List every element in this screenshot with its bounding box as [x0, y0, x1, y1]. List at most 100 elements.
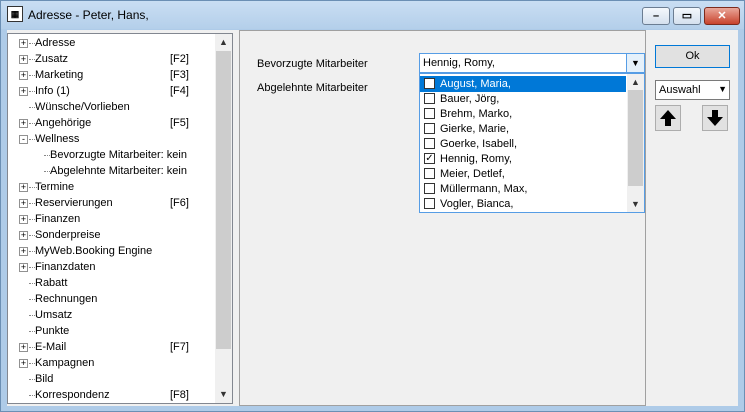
- tree-item[interactable]: Abgelehnte Mitarbeiter: kein: [8, 163, 217, 179]
- tree-item[interactable]: + Kampagnen: [8, 355, 217, 371]
- staff-option-label: Müllermann, Max,: [440, 183, 528, 195]
- staff-option[interactable]: August, Maria,: [420, 76, 626, 92]
- tree-item-label: Adresse: [35, 37, 76, 49]
- maximize-button[interactable]: ▭: [673, 7, 701, 25]
- tree-scrollbar[interactable]: ▲ ▼: [215, 34, 232, 403]
- expand-icon[interactable]: +: [19, 39, 28, 48]
- tree-item-label: Bild: [35, 373, 54, 385]
- dropdown-scrollbar[interactable]: ▲ ▼: [627, 74, 644, 212]
- tree-item[interactable]: + Finanzen: [8, 211, 217, 227]
- address-card-icon: ▦: [7, 6, 23, 22]
- tree-item-label: Finanzdaten: [35, 261, 96, 273]
- tree-item-shortcut: [F6]: [170, 197, 189, 209]
- scroll-down-icon[interactable]: ▼: [215, 386, 232, 403]
- staff-option-label: Vogler, Bianca,: [440, 198, 514, 210]
- expand-icon[interactable]: +: [19, 55, 28, 64]
- tree-item[interactable]: + Angehörige [F5]: [8, 115, 217, 131]
- checkbox-icon[interactable]: [424, 108, 435, 119]
- staff-option[interactable]: Goerke, Isabell,: [420, 136, 626, 152]
- tree-item-label: Bevorzugte Mitarbeiter: kein: [50, 149, 187, 161]
- tree-item[interactable]: Rechnungen: [8, 291, 217, 307]
- tree-item-label: Punkte: [35, 325, 70, 337]
- staff-option[interactable]: Gierke, Marie,: [420, 121, 626, 137]
- title-bar[interactable]: ▦ Adresse - Peter, Hans, – ▭ ✕: [1, 1, 744, 29]
- wellness-panel: Bevorzugte Mitarbeiter Abgelehnte Mitarb…: [239, 30, 646, 406]
- tree-item-label: Finanzen: [35, 213, 81, 225]
- tree-item-label: Info (1): [35, 85, 70, 97]
- tree-item[interactable]: + Info (1) [F4]: [8, 83, 217, 99]
- expand-icon[interactable]: +: [19, 359, 28, 368]
- tree-item[interactable]: Korrespondenz [F8]: [8, 387, 217, 403]
- expand-icon[interactable]: +: [19, 183, 28, 192]
- ok-button[interactable]: Ok: [655, 45, 730, 68]
- tree-item-label: Abgelehnte Mitarbeiter: kein: [50, 165, 187, 177]
- tree-item[interactable]: Punkte: [8, 323, 217, 339]
- staff-option[interactable]: ✓ Hennig, Romy,: [420, 151, 626, 167]
- tree-item[interactable]: - Wellness: [8, 131, 217, 147]
- checkbox-icon[interactable]: [424, 78, 435, 89]
- expand-icon[interactable]: +: [19, 199, 28, 208]
- expand-icon[interactable]: +: [19, 247, 28, 256]
- checkbox-icon[interactable]: [424, 168, 435, 179]
- expand-icon[interactable]: +: [19, 119, 28, 128]
- staff-option[interactable]: Vogler, Bianca,: [420, 196, 626, 212]
- move-down-button[interactable]: [702, 105, 728, 131]
- tree-item[interactable]: + Zusatz [F2]: [8, 51, 217, 67]
- tree-item-shortcut: [F2]: [170, 53, 189, 65]
- tree-item[interactable]: Bevorzugte Mitarbeiter: kein: [8, 147, 217, 163]
- scroll-down-icon[interactable]: ▼: [627, 196, 644, 212]
- staff-dropdown-list[interactable]: August, Maria, Bauer, Jörg, Brehm, Marko, G…: [419, 73, 645, 213]
- checkbox-icon[interactable]: [424, 93, 435, 104]
- navigation-tree[interactable]: + Adresse + Zusatz [F2] + Marketing [F3] + Info (…: [7, 33, 233, 404]
- tree-item[interactable]: + E-Mail [F7]: [8, 339, 217, 355]
- tree-item-shortcut: [F5]: [170, 117, 189, 129]
- tree-item-shortcut: [F7]: [170, 341, 189, 353]
- tree-item-label: E-Mail: [35, 341, 67, 353]
- tree-item-label: Sonderpreise: [35, 229, 101, 241]
- tree-item[interactable]: Umsatz: [8, 307, 217, 323]
- tree-item-label: Angehörige: [35, 117, 92, 129]
- preferred-staff-label: Bevorzugte Mitarbeiter: [257, 58, 368, 70]
- chevron-down-icon[interactable]: ▼: [718, 84, 727, 94]
- move-up-button[interactable]: [655, 105, 681, 131]
- scroll-thumb[interactable]: [628, 90, 643, 186]
- checkbox-icon[interactable]: [424, 123, 435, 134]
- checked-checkbox-icon[interactable]: ✓: [424, 153, 435, 164]
- tree-item-label: Kampagnen: [35, 357, 95, 369]
- checkbox-icon[interactable]: [424, 138, 435, 149]
- staff-option[interactable]: Bauer, Jörg,: [420, 91, 626, 107]
- scroll-up-icon[interactable]: ▲: [215, 34, 232, 51]
- dialog-window: ▦ Adresse - Peter, Hans, – ▭ ✕ + Adresse +…: [0, 0, 745, 412]
- tree-item[interactable]: Bild: [8, 371, 217, 387]
- close-button[interactable]: ✕: [704, 7, 740, 25]
- preferred-staff-combobox[interactable]: Hennig, Romy, ▼: [419, 53, 645, 73]
- scroll-up-icon[interactable]: ▲: [627, 74, 644, 90]
- tree-item[interactable]: + Termine: [8, 179, 217, 195]
- tree-item[interactable]: Wünsche/Vorlieben: [8, 99, 217, 115]
- auswahl-select[interactable]: Auswahl ▼: [655, 80, 730, 100]
- checkbox-icon[interactable]: [424, 183, 435, 194]
- expand-icon[interactable]: +: [19, 263, 28, 272]
- tree-item[interactable]: + Finanzdaten: [8, 259, 217, 275]
- staff-option[interactable]: Müllermann, Max,: [420, 181, 626, 197]
- tree-item[interactable]: + MyWeb.Booking Engine: [8, 243, 217, 259]
- staff-option[interactable]: Meier, Detlef,: [420, 166, 626, 182]
- chevron-down-icon[interactable]: ▼: [626, 54, 644, 72]
- minimize-icon: –: [652, 10, 660, 22]
- tree-item[interactable]: + Reservierungen [F6]: [8, 195, 217, 211]
- tree-item[interactable]: + Adresse: [8, 35, 217, 51]
- expand-icon[interactable]: +: [19, 343, 28, 352]
- expand-icon[interactable]: +: [19, 87, 28, 96]
- expand-icon[interactable]: +: [19, 71, 28, 80]
- minimize-button[interactable]: –: [642, 7, 670, 25]
- scroll-thumb[interactable]: [216, 51, 231, 349]
- tree-item[interactable]: + Marketing [F3]: [8, 67, 217, 83]
- tree-item-label: Reservierungen: [35, 197, 113, 209]
- collapse-icon[interactable]: -: [19, 135, 28, 144]
- staff-option[interactable]: Brehm, Marko,: [420, 106, 626, 122]
- expand-icon[interactable]: +: [19, 231, 28, 240]
- checkbox-icon[interactable]: [424, 198, 435, 209]
- tree-item[interactable]: Rabatt: [8, 275, 217, 291]
- tree-item[interactable]: + Sonderpreise: [8, 227, 217, 243]
- expand-icon[interactable]: +: [19, 215, 28, 224]
